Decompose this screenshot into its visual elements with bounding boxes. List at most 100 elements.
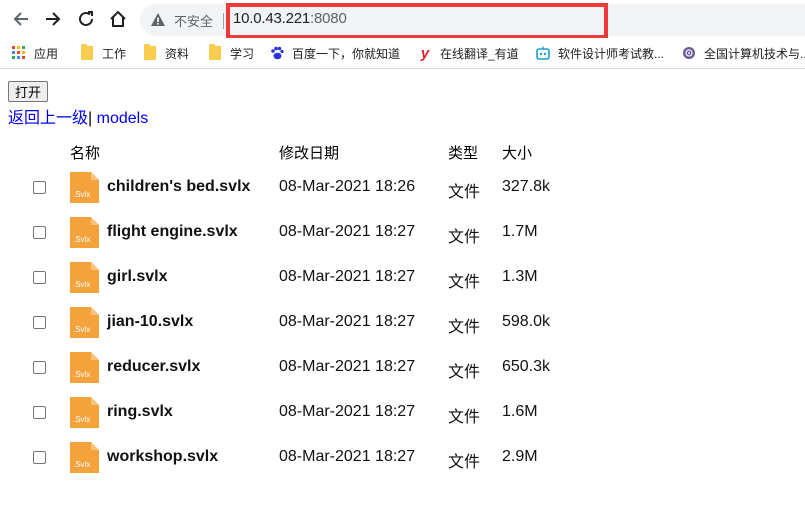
security-label[interactable]: 不安全	[174, 11, 213, 30]
bookmark-label: 工作	[102, 46, 127, 61]
file-name[interactable]: flight engine.svlx	[107, 223, 238, 241]
file-icon-label: .Svlx	[73, 460, 90, 469]
file-checkbox[interactable]	[33, 271, 46, 284]
file-icon: .Svlx	[70, 397, 99, 428]
file-type: 文件	[448, 184, 481, 201]
bookmark-apps[interactable]: 应用	[12, 44, 58, 62]
bookmark-national-computer[interactable]: 全国计算机技术与...	[682, 44, 805, 62]
file-date: 08-Mar-2021 18:26	[279, 178, 416, 195]
file-name[interactable]: jian-10.svlx	[107, 313, 193, 331]
file-checkbox[interactable]	[33, 406, 46, 419]
bot-icon	[536, 46, 550, 60]
baidu-paw-icon	[270, 46, 284, 60]
file-icon-label: .Svlx	[73, 370, 90, 379]
address-separator	[223, 13, 224, 29]
file-date: 08-Mar-2021 18:27	[279, 448, 416, 465]
file-date: 08-Mar-2021 18:27	[279, 403, 416, 420]
file-row[interactable]: .Svlx workshop.svlx 08-Mar-2021 18:27 文件 2.9…	[0, 436, 805, 481]
bookmark-label: 百度一下，你就知道	[292, 46, 401, 61]
file-size: 598.0k	[502, 313, 551, 330]
file-type: 文件	[448, 229, 481, 246]
reload-icon	[79, 11, 93, 26]
bookmark-folder-work[interactable]: 工作	[80, 44, 126, 62]
bookmark-label: 应用	[34, 46, 59, 61]
arrow-right-icon	[46, 12, 61, 26]
file-type: 文件	[448, 409, 481, 426]
file-size: 1.3M	[502, 268, 538, 285]
file-size: 327.8k	[502, 178, 551, 195]
forward-button[interactable]	[42, 8, 64, 30]
reload-button[interactable]	[75, 8, 97, 30]
file-icon: .Svlx	[70, 262, 99, 293]
bookmark-baidu[interactable]: 百度一下，你就知道	[270, 44, 400, 62]
file-checkbox[interactable]	[33, 316, 46, 329]
folder-icon	[143, 44, 157, 60]
file-checkbox[interactable]	[33, 451, 46, 464]
file-row[interactable]: .Svlx flight engine.svlx 08-Mar-2021 18:27…	[0, 211, 805, 256]
file-type: 文件	[448, 274, 481, 291]
file-icon-label: .Svlx	[73, 280, 90, 289]
file-row[interactable]: .Svlx girl.svlx 08-Mar-2021 18:27 文件 1.3M	[0, 256, 805, 301]
page-content: 打开 返回上一级| models 名称 修改日期 类型 大小 .Svlx chil…	[0, 69, 805, 523]
bookmark-software-designer[interactable]: 软件设计师考试教...	[536, 44, 664, 62]
file-name[interactable]: children's bed.svlx	[107, 178, 250, 196]
file-checkbox[interactable]	[33, 361, 46, 374]
column-header-type: 类型	[448, 145, 479, 162]
arrow-left-icon	[13, 12, 28, 26]
file-date: 08-Mar-2021 18:27	[279, 268, 416, 285]
bookmark-label: 全国计算机技术与...	[704, 46, 805, 61]
file-size: 1.6M	[502, 403, 538, 420]
warning-triangle-icon[interactable]	[150, 12, 166, 32]
file-row[interactable]: .Svlx children's bed.svlx 08-Mar-2021 18:2…	[0, 166, 805, 211]
breadcrumb-current: models	[92, 110, 149, 127]
folder-icon	[80, 44, 94, 60]
folder-icon	[208, 44, 222, 60]
file-checkbox[interactable]	[33, 181, 46, 194]
file-icon: .Svlx	[70, 172, 99, 203]
bookmark-label: 软件设计师考试教...	[558, 46, 665, 61]
open-button[interactable]: 打开	[8, 81, 49, 102]
youdao-icon: y	[420, 44, 430, 62]
back-button[interactable]	[10, 8, 32, 30]
bookmark-label: 资料	[165, 46, 190, 61]
home-button[interactable]	[107, 8, 129, 30]
breadcrumb: 返回上一级| models	[8, 104, 148, 128]
file-size: 650.3k	[502, 358, 551, 375]
file-size: 1.7M	[502, 223, 538, 240]
file-row[interactable]: .Svlx reducer.svlx 08-Mar-2021 18:27 文件 650.…	[0, 346, 805, 391]
bookmark-youdao[interactable]: y 在线翻译_有道	[418, 44, 519, 62]
file-checkbox[interactable]	[33, 226, 46, 239]
file-name[interactable]: workshop.svlx	[107, 448, 218, 466]
file-date: 08-Mar-2021 18:27	[279, 313, 416, 330]
url-highlight-box	[226, 3, 608, 39]
file-date: 08-Mar-2021 18:27	[279, 223, 416, 240]
file-icon-label: .Svlx	[73, 235, 90, 244]
column-header-name: 名称	[70, 145, 101, 162]
column-header-date: 修改日期	[279, 145, 340, 162]
file-icon: .Svlx	[70, 352, 99, 383]
bookmark-folder-study[interactable]: 学习	[208, 44, 254, 62]
home-icon	[110, 10, 126, 27]
file-type: 文件	[448, 454, 481, 471]
bookmark-label: 学习	[230, 46, 255, 61]
file-row[interactable]: .Svlx ring.svlx 08-Mar-2021 18:27 文件 1.6M	[0, 391, 805, 436]
browser-toolbar: 不安全 10.0.43.221:8080	[0, 0, 805, 39]
file-size: 2.9M	[502, 448, 538, 465]
file-icon-label: .Svlx	[73, 325, 90, 334]
column-header-size: 大小	[502, 145, 533, 162]
bookmarks-bar: 应用 工作 资料 学习 百度一下，你就知道 y 在线翻译_有道 软件设计师考试教…	[0, 38, 805, 69]
file-icon-label: .Svlx	[73, 190, 90, 199]
file-icon-label: .Svlx	[73, 415, 90, 424]
globe-icon	[682, 46, 696, 60]
file-name[interactable]: girl.svlx	[107, 268, 167, 286]
bookmark-folder-materials[interactable]: 资料	[143, 44, 189, 62]
file-name[interactable]: reducer.svlx	[107, 358, 200, 376]
file-type: 文件	[448, 319, 481, 336]
file-icon: .Svlx	[70, 307, 99, 338]
file-icon: .Svlx	[70, 442, 99, 473]
apps-grid-icon	[12, 46, 26, 60]
file-name[interactable]: ring.svlx	[107, 403, 173, 421]
file-icon: .Svlx	[70, 217, 99, 248]
file-row[interactable]: .Svlx jian-10.svlx 08-Mar-2021 18:27 文件 598.…	[0, 301, 805, 346]
back-to-parent-link[interactable]: 返回上一级	[8, 110, 88, 127]
